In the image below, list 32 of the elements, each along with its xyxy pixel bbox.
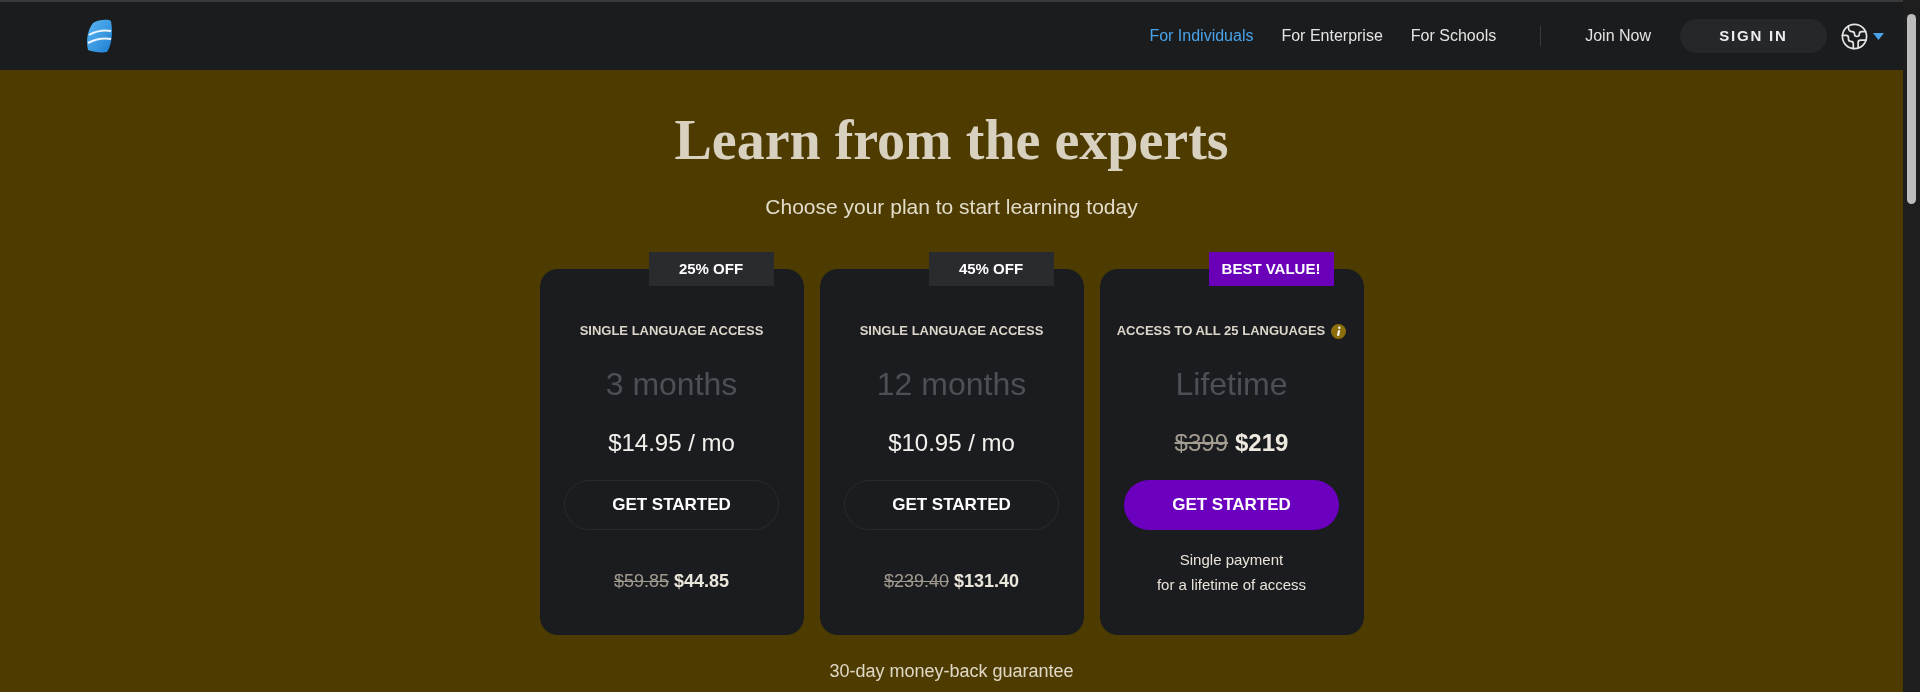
sale-total: $44.85	[674, 570, 730, 593]
original-price: $399	[1174, 428, 1228, 458]
scrollbar-thumb[interactable]	[1907, 14, 1916, 204]
nav-link[interactable]: For Schools	[1410, 24, 1497, 48]
sale-total: $131.40	[954, 570, 1020, 593]
guarantee-text: 30-day money-back guarantee	[829, 660, 1074, 683]
monthly-price: $14.95 / mo	[608, 428, 735, 458]
sale-price: $219	[1235, 428, 1289, 458]
plan-access-label: ACCESS TO ALL 25 LANGUAGES	[1116, 322, 1326, 340]
plan-access-label: SINGLE LANGUAGE ACCESS	[859, 322, 1044, 340]
get-started-button[interactable]: GET STARTED	[844, 480, 1059, 530]
join-now-link[interactable]: Join Now	[1585, 24, 1651, 48]
sign-in-button[interactable]: SIGN IN	[1680, 19, 1827, 53]
discount-badge: BEST VALUE!	[1208, 252, 1334, 286]
original-total: $59.85	[613, 570, 669, 593]
original-total: $239.40	[883, 570, 949, 593]
discount-badge: 45% OFF	[928, 252, 1054, 286]
nav-link[interactable]: For Enterprise	[1281, 24, 1383, 48]
page-title: Learn from the experts	[674, 108, 1229, 173]
get-started-button[interactable]: GET STARTED	[564, 480, 779, 530]
caret-icon	[1873, 32, 1884, 40]
page-subtitle: Choose your plan to start learning today	[765, 194, 1138, 220]
globe-icon	[1840, 21, 1869, 51]
logo-icon[interactable]	[86, 19, 113, 53]
get-started-button[interactable]: GET STARTED	[1124, 480, 1339, 530]
payment-note: Single payment for a lifetime of access	[1156, 550, 1307, 595]
language-selector[interactable]	[1840, 21, 1884, 51]
monthly-price: $10.95 / mo	[888, 428, 1015, 458]
info-icon[interactable]	[1331, 323, 1347, 339]
discount-badge: 25% OFF	[648, 252, 774, 286]
nav-link[interactable]: For Individuals	[1149, 24, 1254, 48]
plan-access-label: SINGLE LANGUAGE ACCESS	[579, 322, 764, 340]
